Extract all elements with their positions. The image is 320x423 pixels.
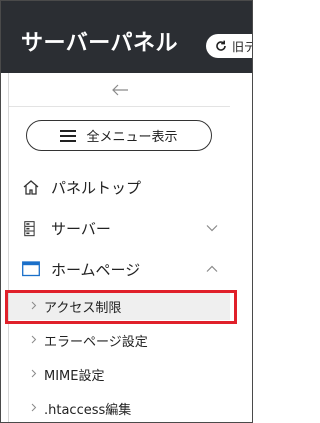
sub-item-error-page-settings[interactable]: エラーページ設定 (9, 324, 230, 354)
sub-item-label: アクセス制限 (44, 301, 122, 316)
old-design-switch-button[interactable]: 旧デ (206, 34, 252, 58)
sidebar-item-label: サーバー (51, 220, 111, 238)
server-icon (24, 221, 35, 237)
sidebar-collapse-button[interactable] (9, 73, 230, 107)
chevron-right-icon (31, 369, 37, 378)
arrow-left-icon (111, 84, 128, 95)
main-content-area (230, 73, 252, 422)
home-icon (23, 180, 39, 195)
sub-item-label: エラーページ設定 (44, 335, 148, 350)
sidebar-item-label: ホームページ (51, 261, 141, 279)
top-header: サーバーパネル 旧デ (1, 1, 252, 73)
sidebar-item-label: パネルトップ (51, 179, 142, 197)
sub-item-label: MIME設定 (44, 369, 105, 384)
refresh-icon (216, 40, 226, 51)
app-window: サーバーパネル 旧デ 全メニュー表示 (0, 0, 253, 423)
hamburger-icon (60, 129, 77, 142)
chevron-right-icon (31, 301, 37, 310)
chevron-right-icon (31, 335, 37, 344)
all-menu-button-label: 全メニュー表示 (86, 130, 178, 145)
sub-item-htaccess-edit[interactable]: .htaccess編集 (9, 392, 230, 422)
sidebar-item-homepage[interactable]: ホームページ (9, 254, 230, 284)
chevron-up-icon (206, 265, 218, 272)
all-menu-button[interactable]: 全メニュー表示 (26, 120, 212, 151)
sidebar: 全メニュー表示 パネルトップ サーバー ホームページ アクセス制限 エラーページ… (8, 73, 231, 422)
sidebar-item-server[interactable]: サーバー (9, 213, 230, 243)
sub-item-label: .htaccess編集 (44, 403, 132, 418)
sub-item-access-restriction[interactable]: アクセス制限 (9, 290, 230, 320)
chevron-right-icon (31, 403, 37, 412)
chevron-down-icon (206, 225, 218, 232)
browser-window-icon (22, 261, 40, 277)
sidebar-item-panel-top[interactable]: パネルトップ (9, 172, 230, 202)
app-title: サーバーパネル (21, 31, 179, 56)
sub-item-mime-settings[interactable]: MIME設定 (9, 358, 230, 388)
old-design-switch-label: 旧デ (232, 39, 252, 54)
